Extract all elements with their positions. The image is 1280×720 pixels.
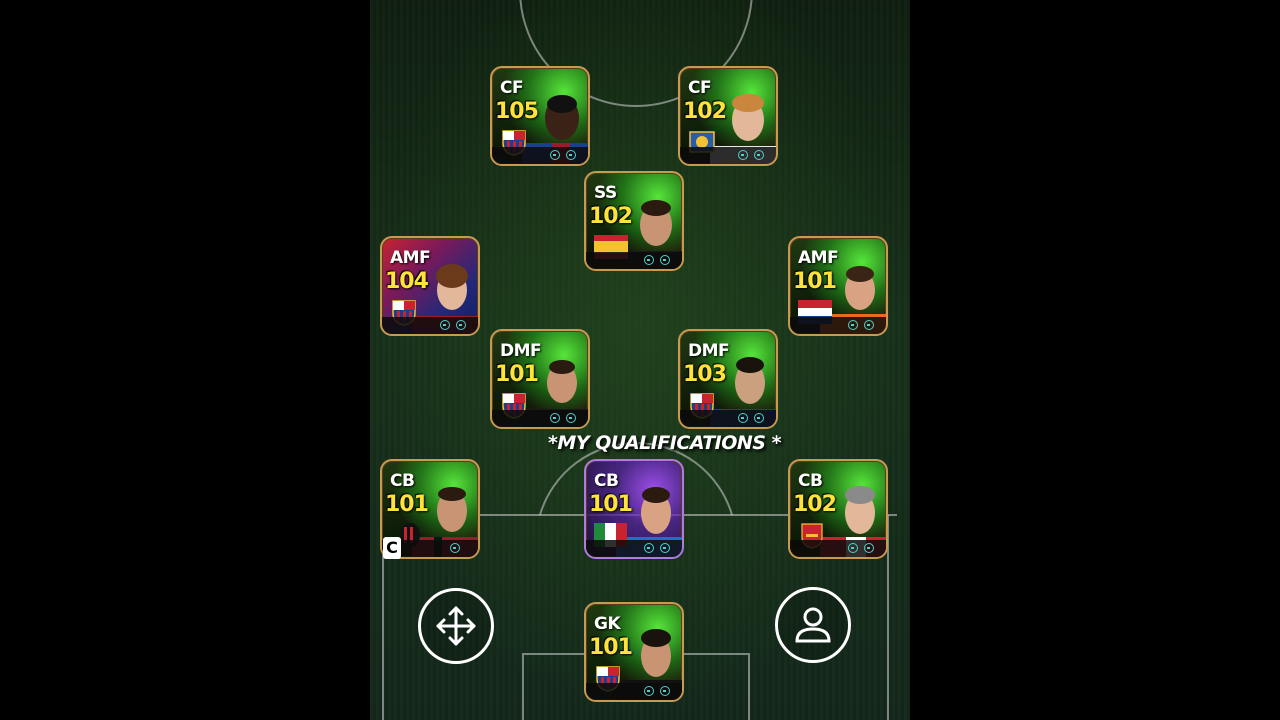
skill-dot-icon — [450, 543, 460, 553]
skill-dot-icon — [456, 320, 466, 330]
skill-dot-icon — [440, 320, 450, 330]
card-footer — [586, 683, 682, 700]
position-label: CB — [798, 471, 823, 491]
skill-dot-icon — [660, 686, 670, 696]
position-label: CF — [688, 78, 712, 98]
skill-dot-icon — [550, 413, 560, 423]
skill-dot-icon — [566, 413, 576, 423]
player-card-cf-right[interactable]: CF 102 — [678, 66, 778, 166]
position-label: CB — [594, 471, 619, 491]
user-profile-icon — [795, 607, 831, 643]
skill-dot-icon — [660, 255, 670, 265]
card-footer — [492, 147, 588, 164]
skill-dot-icon — [660, 543, 670, 553]
skill-dot-icon — [754, 150, 764, 160]
skill-dot-icon — [754, 413, 764, 423]
card-footer — [382, 317, 478, 334]
card-footer — [790, 540, 886, 557]
player-card-amf-left[interactable]: AMF 104 — [380, 236, 480, 336]
card-footer — [586, 252, 682, 269]
move-arrows-icon — [436, 606, 476, 646]
move-button[interactable] — [418, 588, 494, 664]
position-label: CB — [390, 471, 415, 491]
skill-dot-icon — [864, 320, 874, 330]
card-footer — [586, 540, 682, 557]
skill-dot-icon — [738, 413, 748, 423]
player-card-cf-left[interactable]: CF 105 — [490, 66, 590, 166]
player-card-dmf-right[interactable]: DMF 103 — [678, 329, 778, 429]
position-label: CF — [500, 78, 524, 98]
card-footer — [492, 410, 588, 427]
player-profile-button[interactable] — [775, 587, 851, 663]
skill-dot-icon — [738, 150, 748, 160]
skill-dot-icon — [644, 255, 654, 265]
captain-badge: C — [383, 537, 401, 559]
skill-dot-icon — [550, 150, 560, 160]
skill-dot-icon — [848, 320, 858, 330]
caption-text: *MY QUALIFICATIONS * — [548, 432, 782, 454]
player-card-cb-right[interactable]: CB 102 — [788, 459, 888, 559]
position-label: SS — [594, 183, 617, 203]
card-footer — [680, 410, 776, 427]
card-footer — [680, 147, 776, 164]
card-footer — [790, 317, 886, 334]
player-card-dmf-left[interactable]: DMF 101 — [490, 329, 590, 429]
player-card-amf-right[interactable]: AMF 101 — [788, 236, 888, 336]
skill-dot-icon — [644, 686, 654, 696]
skill-dot-icon — [848, 543, 858, 553]
player-card-cb-center[interactable]: CB 101 — [584, 459, 684, 559]
skill-dot-icon — [644, 543, 654, 553]
skill-dot-icon — [864, 543, 874, 553]
skill-dot-icon — [566, 150, 576, 160]
player-card-gk[interactable]: GK 101 — [584, 602, 684, 702]
player-card-ss[interactable]: SS 102 — [584, 171, 684, 271]
